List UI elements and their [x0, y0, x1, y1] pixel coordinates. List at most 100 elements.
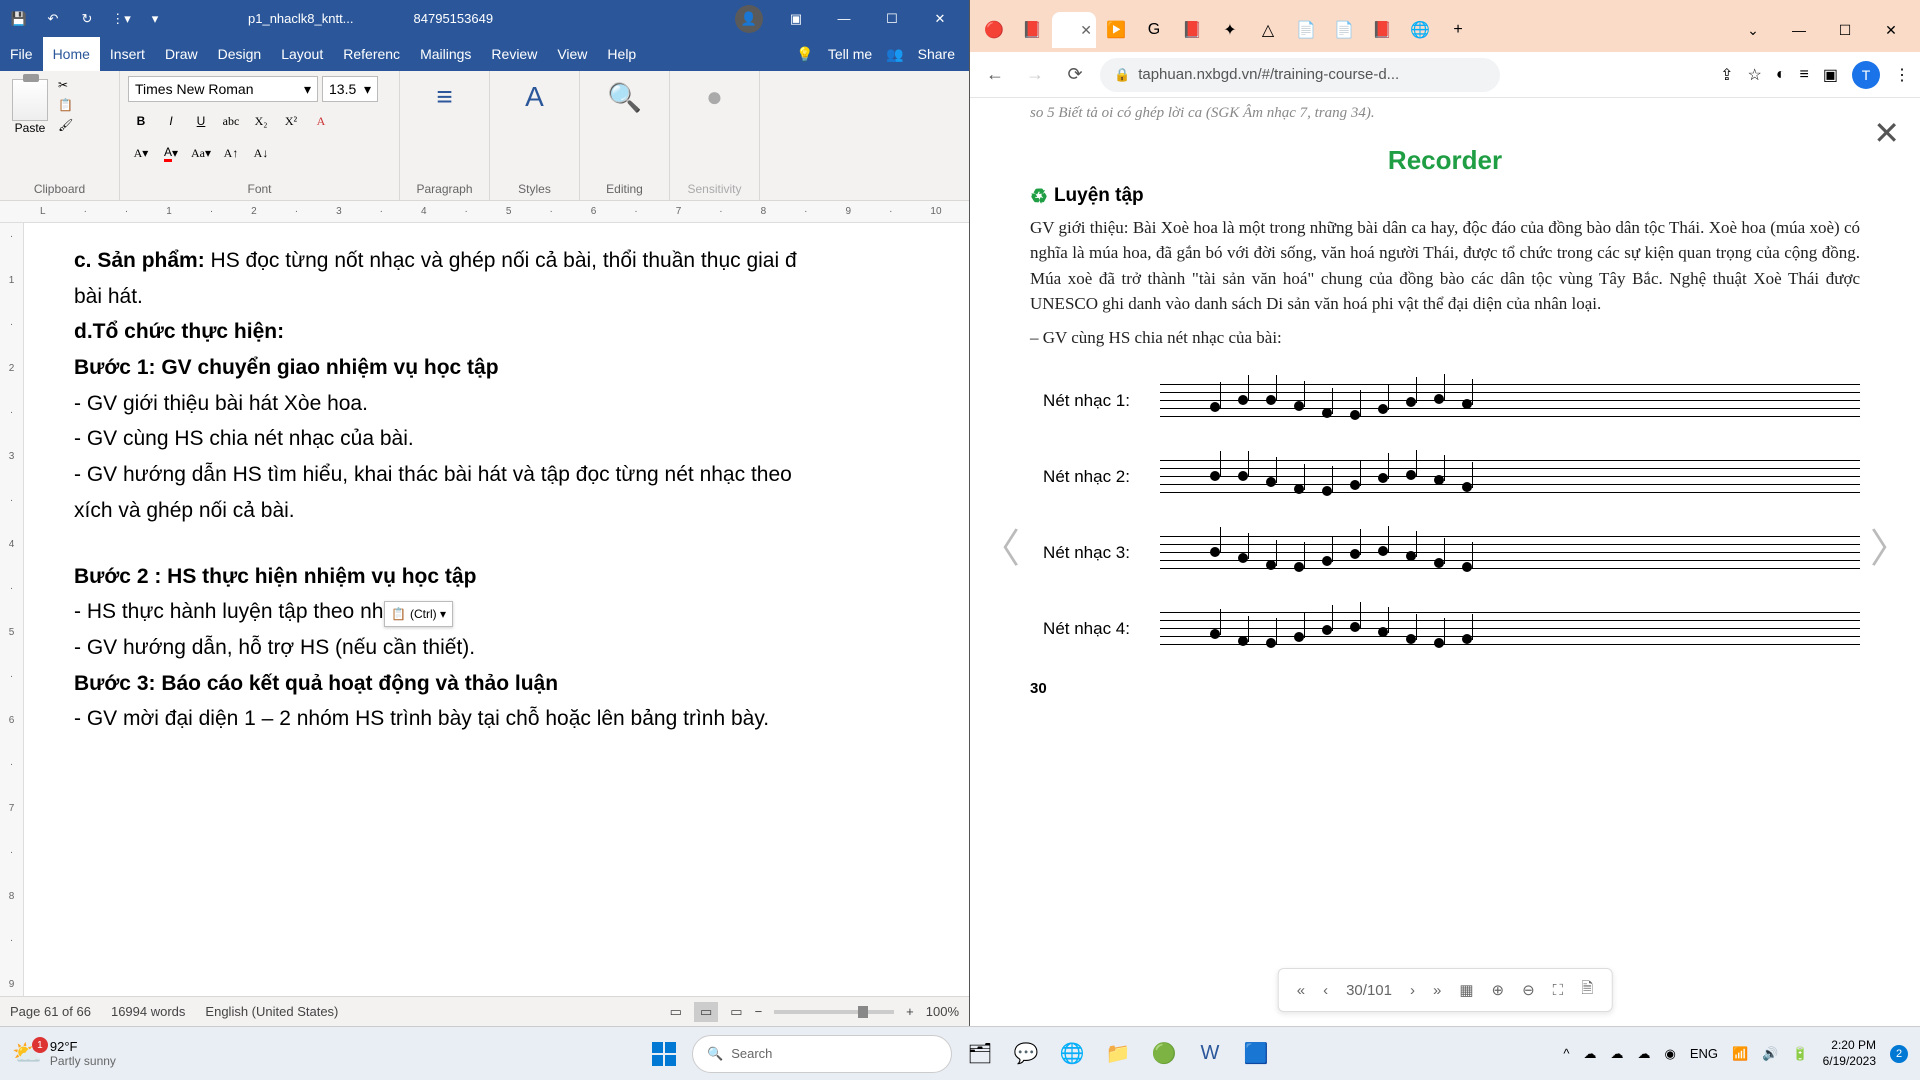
tab-7[interactable]: ✦ [1212, 12, 1248, 48]
tab-home[interactable]: Home [43, 37, 100, 71]
tab-1[interactable]: 🔴 [976, 12, 1012, 48]
pdf-grid-icon[interactable]: ▦ [1459, 981, 1473, 999]
tab-design[interactable]: Design [208, 37, 272, 71]
tab-active[interactable]: ✕ [1052, 12, 1096, 48]
editing-group[interactable]: 🔍 Editing [580, 71, 670, 200]
pdf-next-icon[interactable]: › [1410, 982, 1415, 999]
tab-mailings[interactable]: Mailings [410, 37, 481, 71]
pdf-prev-icon[interactable]: ‹ [1323, 982, 1328, 999]
cut-icon[interactable]: ✂ [58, 78, 73, 92]
edge-icon[interactable]: 🌐 [1054, 1036, 1090, 1072]
minimize-icon[interactable]: — [821, 0, 867, 37]
maximize-icon[interactable]: ☐ [869, 0, 915, 37]
grow-font-icon[interactable]: A↑ [218, 140, 244, 166]
reading-list-icon[interactable]: ≡ [1800, 66, 1809, 84]
pdf-fullscreen-icon[interactable]: ⛶ [1553, 982, 1564, 999]
pdf-first-icon[interactable]: « [1297, 982, 1305, 999]
tell-me[interactable]: Tell me [828, 46, 872, 62]
paragraph-group[interactable]: ≡ Paragraph [400, 71, 490, 200]
weather-widget[interactable]: ⛅1 92°F Partly sunny [12, 1039, 116, 1068]
italic-button[interactable]: I [158, 108, 184, 134]
user-avatar-icon[interactable]: 👤 [735, 5, 763, 33]
tab-4[interactable]: ▶️ [1098, 12, 1134, 48]
chat-icon[interactable]: 💬 [1008, 1036, 1044, 1072]
share-button[interactable]: Share [918, 46, 955, 62]
battery-icon[interactable]: 🔋 [1792, 1046, 1808, 1062]
word-taskbar-icon[interactable]: W [1192, 1036, 1228, 1072]
menu-icon[interactable]: ⋮ [1894, 65, 1910, 85]
underline-button[interactable]: U [188, 108, 214, 134]
chrome-maximize-icon[interactable]: ☐ [1822, 13, 1868, 47]
shrink-font-icon[interactable]: A↓ [248, 140, 274, 166]
share-url-icon[interactable]: ⇪ [1720, 65, 1733, 85]
paste-options-button[interactable]: 📋(Ctrl) ▾ [384, 601, 453, 627]
prev-page-icon[interactable]: 〈 [980, 516, 1020, 574]
profile-icon[interactable]: T [1852, 61, 1880, 89]
clear-format-icon[interactable]: A [308, 108, 334, 134]
bookmark-icon[interactable]: ☆ [1748, 65, 1762, 85]
next-page-icon[interactable]: 〉 [1870, 516, 1910, 574]
pdf-last-icon[interactable]: » [1433, 982, 1441, 999]
side-panel-icon[interactable]: ▣ [1823, 65, 1838, 85]
new-tab-button[interactable]: + [1440, 12, 1476, 48]
styles-group[interactable]: A Styles [490, 71, 580, 200]
tab-8[interactable]: △ [1250, 12, 1286, 48]
copy-icon[interactable]: 📋 [58, 98, 73, 112]
font-name-select[interactable]: Times New Roman▾ [128, 76, 318, 102]
chrome-taskbar-icon[interactable]: 🟢 [1146, 1036, 1182, 1072]
back-icon[interactable]: ← [980, 60, 1010, 90]
app-icon[interactable]: 🟦 [1238, 1036, 1274, 1072]
undo-icon[interactable]: ↶ [40, 6, 66, 32]
tab-10[interactable]: 📄 [1326, 12, 1362, 48]
change-case-button[interactable]: Aa▾ [188, 140, 214, 166]
address-bar[interactable]: 🔒 taphuan.nxbgd.vn/#/training-course-d..… [1100, 58, 1500, 92]
notification-badge[interactable]: 2 [1890, 1045, 1908, 1063]
lightbulb-icon[interactable]: 💡 [796, 46, 813, 63]
task-view-icon[interactable]: 🗂 [962, 1036, 998, 1072]
zoom-out-icon[interactable]: − [755, 1004, 763, 1019]
tray-icon-1[interactable]: ☁ [1611, 1046, 1624, 1062]
strikethrough-button[interactable]: abc [218, 108, 244, 134]
font-color-button[interactable]: A▾ [158, 140, 184, 166]
extension-icon[interactable]: ◐ [1776, 66, 1786, 84]
print-layout-icon[interactable]: ▭ [694, 1002, 718, 1022]
horizontal-ruler[interactable]: L··1·2·3·4·5·6·7·8·9·10·11·12·13·14·15 [0, 201, 969, 223]
tab-draw[interactable]: Draw [155, 37, 208, 71]
overflow-icon[interactable]: ^ [1563, 1046, 1569, 1061]
pdf-zoom-in-icon[interactable]: ⊕ [1492, 981, 1505, 999]
save-icon[interactable]: 💾 [6, 6, 32, 32]
close-icon[interactable]: ✕ [917, 0, 963, 37]
vertical-ruler[interactable]: ·1·2·3·4·5·6·7·8·9·10·11 [0, 223, 24, 996]
tab-2[interactable]: 📕 [1014, 12, 1050, 48]
hp-icon[interactable]: ◉ [1665, 1046, 1676, 1062]
web-layout-icon[interactable]: ▭ [730, 1004, 742, 1020]
chrome-dropdown-icon[interactable]: ⌄ [1730, 13, 1776, 47]
subscript-button[interactable]: X₂ [248, 108, 274, 134]
content-close-icon[interactable]: ✕ [1873, 114, 1900, 152]
pdf-zoom-out-icon[interactable]: ⊖ [1522, 981, 1535, 999]
tab-11[interactable]: 📕 [1364, 12, 1400, 48]
tab-9[interactable]: 📄 [1288, 12, 1324, 48]
format-painter-icon[interactable]: 🖌 [58, 118, 73, 132]
chrome-close-icon[interactable]: ✕ [1868, 13, 1914, 47]
forward-icon[interactable]: → [1020, 60, 1050, 90]
explorer-icon[interactable]: 📁 [1100, 1036, 1136, 1072]
ribbon-display-icon[interactable]: ▣ [773, 0, 819, 37]
highlight-button[interactable]: A▾ [128, 140, 154, 166]
tab-help[interactable]: Help [597, 37, 646, 71]
volume-icon[interactable]: 🔊 [1762, 1046, 1778, 1062]
font-size-select[interactable]: 13.5▾ [322, 76, 378, 102]
read-mode-icon[interactable]: ▭ [670, 1004, 682, 1020]
taskbar-search[interactable]: 🔍 Search [692, 1035, 952, 1073]
chrome-minimize-icon[interactable]: — [1776, 13, 1822, 47]
tab-5[interactable]: G [1136, 12, 1172, 48]
pdf-page-indicator[interactable]: 30/101 [1346, 982, 1392, 999]
pdf-page-icon[interactable]: 🗎 [1581, 978, 1593, 1003]
start-button[interactable] [646, 1036, 682, 1072]
reload-icon[interactable]: ⟳ [1060, 60, 1090, 90]
tab-references[interactable]: Referenc [333, 37, 410, 71]
language-indicator[interactable]: English (United States) [205, 1004, 338, 1019]
document-page[interactable]: c. Sản phẩm: HS đọc từng nốt nhạc và ghé… [24, 223, 969, 996]
clock[interactable]: 2:20 PM 6/19/2023 [1823, 1038, 1876, 1069]
tab-review[interactable]: Review [481, 37, 547, 71]
